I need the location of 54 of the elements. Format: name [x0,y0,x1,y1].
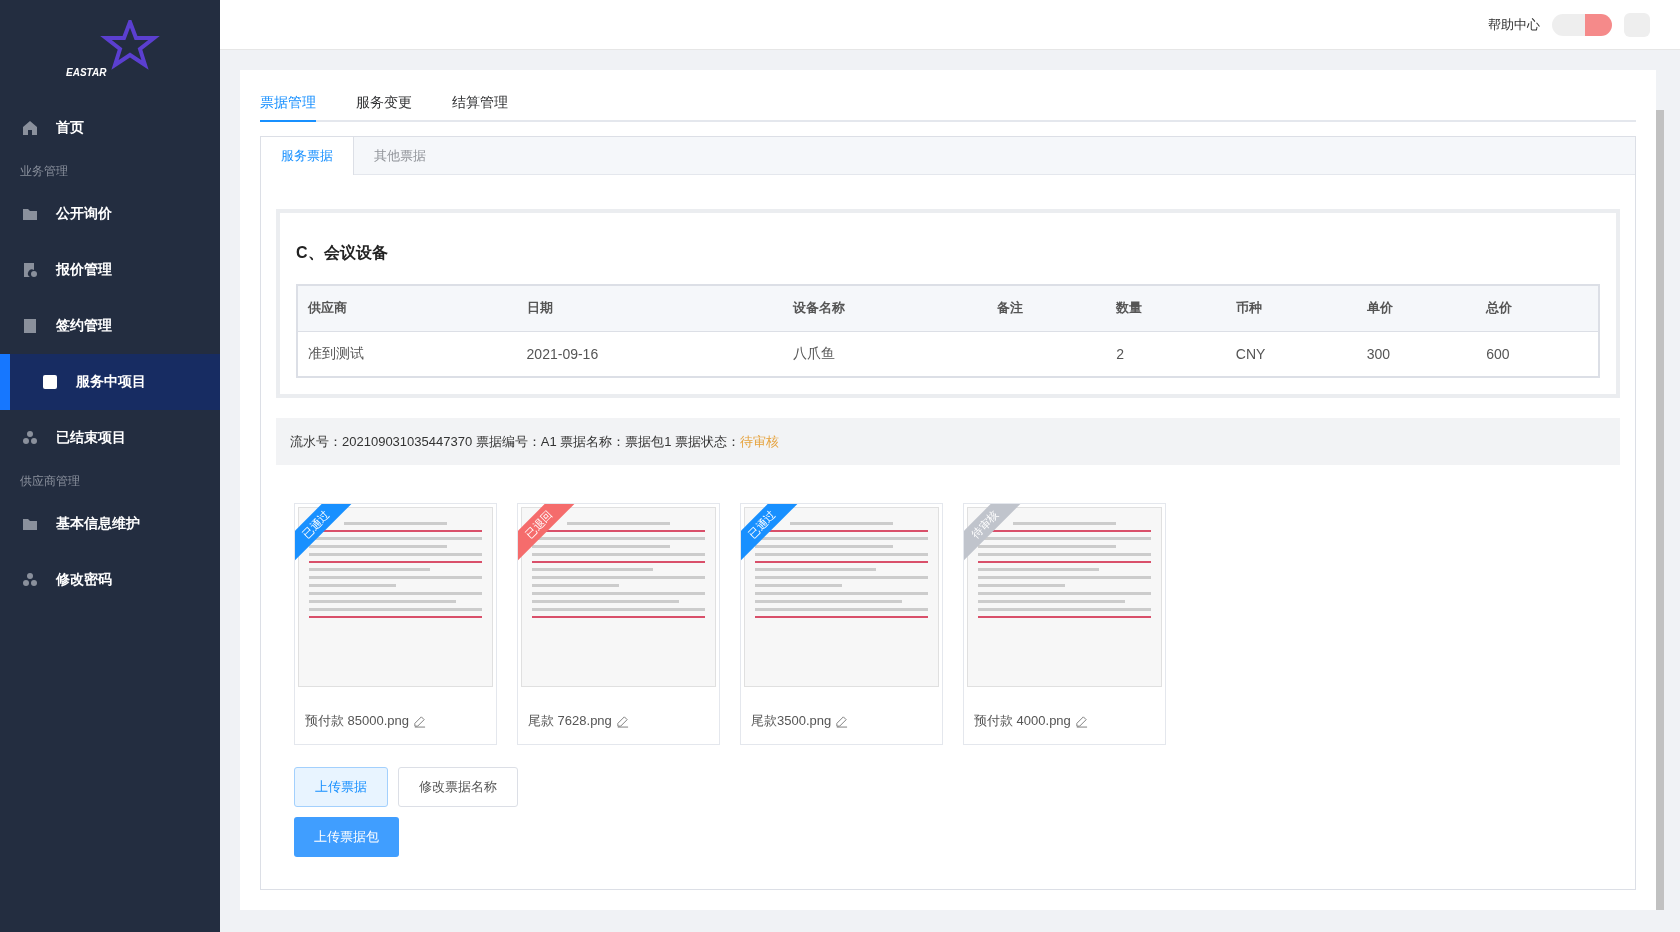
edit-icon[interactable] [615,714,629,728]
section-title: C、会议设备 [296,243,389,263]
table-cell: 2 [1106,331,1226,377]
document-icon [22,318,38,334]
edit-icon[interactable] [835,714,849,728]
ticket-info-text: 流水号：202109031035447370 票据编号：A1 票据名称：票据包1 票据状态： [290,432,741,451]
scrollbar[interactable] [1656,110,1664,910]
cubes-icon [22,430,38,446]
file-name: 尾款 7628.png [528,712,612,730]
sidebar-item[interactable]: 已结束项目 [0,410,220,466]
file-card[interactable]: 已通过 尾款3500.png [740,503,943,745]
menu-group-label: 供应商管理 [19,472,81,490]
folder-icon [22,206,38,222]
column-header: 设备名称 [783,285,987,331]
sidebar-item[interactable]: 基本信息维护 [0,496,220,552]
tab[interactable]: 结算管理 [452,86,508,122]
document-icon [42,374,58,390]
column-header: 单价 [1356,285,1477,331]
file-card[interactable]: 已退回 尾款 7628.png [517,503,720,745]
file-card[interactable]: 待审核 预付款 4000.png [963,503,1166,745]
table-cell: 300 [1356,331,1477,377]
table-cell: 600 [1476,331,1599,377]
column-header: 供应商 [297,285,517,331]
column-header: 备注 [986,285,1107,331]
sidebar-item[interactable]: 首页 [0,100,220,156]
sidebar-item[interactable]: 服务中项目 [0,354,220,410]
folder-icon [22,516,38,532]
table-cell: 准到测试 [297,331,517,377]
edit-icon[interactable] [413,714,427,728]
blurred-user-info [1552,13,1612,36]
file-card[interactable]: 已通过 预付款 85000.png [294,503,497,745]
table-cell: CNY [1225,331,1357,377]
file-name: 预付款 85000.png [305,712,410,730]
status-text: 待审核 [740,432,780,451]
table-cell: 八爪鱼 [783,331,987,377]
column-header: 日期 [516,285,784,331]
menu-group-label: 业务管理 [19,162,69,180]
column-header: 数量 [1106,285,1226,331]
sidebar-item[interactable]: 报价管理 [0,242,220,298]
tab[interactable]: 服务变更 [356,86,412,122]
sidebar-item[interactable]: 修改密码 [0,552,220,608]
column-header: 总价 [1476,285,1599,331]
edit-icon[interactable] [1074,714,1088,728]
rename-button[interactable]: 修改票据名称 [398,767,518,807]
help-center-link[interactable]: 帮助中心 [1488,15,1540,34]
sidebar-item[interactable]: 公开询价 [0,186,220,242]
home-icon [22,120,38,136]
file-name: 预付款 4000.png [974,712,1071,730]
sidebar-item[interactable]: 签约管理 [0,298,220,354]
file-name: 尾款3500.png [751,712,832,730]
document-icon [22,262,38,278]
table-cell: 2021-09-16 [516,331,784,377]
column-header: 币种 [1225,285,1357,331]
cubes-icon [22,572,38,588]
